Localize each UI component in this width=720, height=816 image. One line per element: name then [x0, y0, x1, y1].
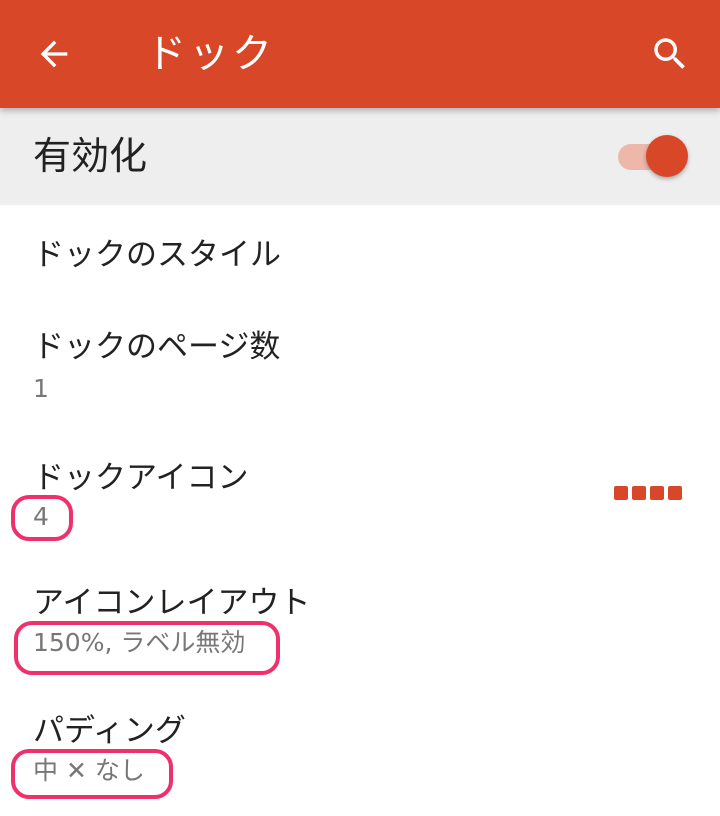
- search-icon: [654, 38, 685, 69]
- pref-dock-icons[interactable]: ドックアイコン 4: [0, 431, 720, 561]
- app-bar: ドック: [0, 0, 720, 108]
- pref-title: パディング: [33, 713, 186, 749]
- enable-row[interactable]: 有効化: [0, 108, 720, 205]
- highlight-icon-layout-summary: [14, 621, 280, 675]
- arrow-left-icon: [40, 40, 68, 68]
- search-button[interactable]: [638, 22, 702, 86]
- pref-title: アイコンレイアウト: [33, 585, 311, 621]
- page-title: ドック: [146, 31, 275, 77]
- switch-thumb: [646, 135, 688, 177]
- dock-icon-dot: [614, 486, 628, 500]
- pref-summary: 1: [33, 374, 49, 403]
- dock-icon-preview: [614, 486, 682, 500]
- enable-switch[interactable]: [614, 135, 690, 179]
- back-button[interactable]: [22, 22, 86, 86]
- dock-icon-dot: [650, 486, 664, 500]
- highlight-padding-summary: [11, 749, 173, 799]
- pref-title: ドックアイコン: [33, 460, 249, 496]
- dock-icon-dot: [668, 486, 682, 500]
- pref-dock-pages[interactable]: ドックのページ数 1: [0, 301, 720, 431]
- dock-icon-dot: [632, 486, 646, 500]
- highlight-dock-icons-summary: [11, 495, 73, 541]
- pref-title: ドックのページ数: [33, 329, 281, 365]
- enable-label: 有効化: [33, 134, 148, 178]
- pref-title: ドックのスタイル: [33, 237, 281, 273]
- pref-dock-style[interactable]: ドックのスタイル: [0, 205, 720, 301]
